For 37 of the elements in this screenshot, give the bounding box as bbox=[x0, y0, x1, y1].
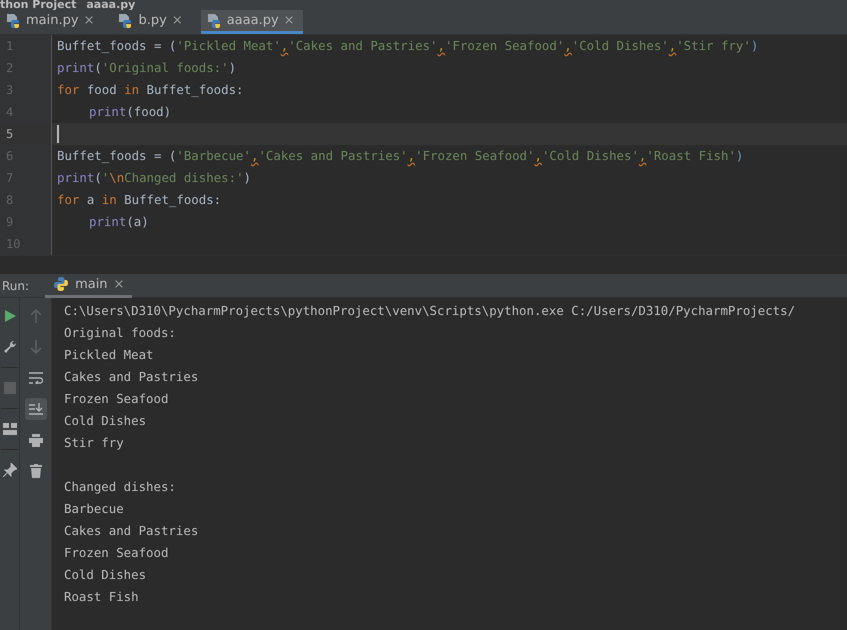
close-icon[interactable]: × bbox=[114, 276, 124, 292]
code-line: print('Original foods:') bbox=[56, 58, 238, 77]
code-line: for a in Buffet_foods: bbox=[56, 190, 222, 209]
python-file-icon bbox=[117, 12, 134, 29]
breadcrumb-item[interactable]: thon Project bbox=[0, 0, 76, 10]
close-icon[interactable]: × bbox=[172, 13, 183, 28]
code-line: Buffet_foods = ('Pickled Meat','Cakes and Pastries','Frozen Seafood','Cold Dishes','Stir fry') bbox=[56, 36, 760, 55]
python-icon bbox=[53, 276, 70, 292]
console-output-line: Roast Fish bbox=[64, 588, 140, 606]
code-line: print(food) bbox=[88, 102, 172, 121]
console-output-line: Changed dishes: bbox=[64, 478, 177, 496]
console-output-line: Original foods: bbox=[64, 324, 177, 342]
console-output-line: Cold Dishes bbox=[64, 412, 148, 430]
python-file-icon bbox=[206, 12, 222, 29]
console-output-line: Frozen Seafood bbox=[64, 390, 170, 408]
code-line: print('\nChanged dishes:') bbox=[56, 168, 252, 187]
code-line: for food in Buffet_foods: bbox=[56, 80, 245, 99]
console-output-line: Cakes and Pastries bbox=[64, 368, 200, 386]
text-cursor bbox=[57, 124, 59, 143]
scroll-to-end-icon[interactable] bbox=[24, 398, 46, 420]
console-output-line: Stir fry bbox=[64, 434, 125, 452]
console-output-line: Frozen Seafood bbox=[64, 544, 170, 562]
editor-tab[interactable]: main.py × bbox=[0, 10, 102, 34]
console-output-line: C:\Users\D310\PycharmProjects\pythonProject\venv\Scripts\python.exe C:/Users/D310/PycharmProjects/ bbox=[64, 302, 796, 320]
code-line: Buffet_foods = ('Barbecue','Cakes and Pastries','Frozen Seafood','Cold Dishes','Roast Fish') bbox=[56, 146, 744, 165]
console-output-line: Barbecue bbox=[64, 500, 125, 518]
console-output-line: Cakes and Pastries bbox=[64, 522, 200, 540]
close-icon[interactable]: × bbox=[84, 13, 94, 28]
python-file-icon bbox=[5, 12, 21, 29]
close-icon[interactable]: × bbox=[284, 13, 295, 28]
console-output-line: Pickled Meat bbox=[64, 346, 155, 364]
run-label: Run: bbox=[2, 278, 30, 293]
editor-tab[interactable]: b.py × bbox=[112, 10, 191, 34]
console-output-line: Cold Dishes bbox=[64, 566, 148, 584]
editor-tab[interactable]: aaaa.py × bbox=[200, 10, 303, 34]
breadcrumb-item[interactable]: aaaa.py bbox=[86, 0, 136, 10]
code-line: print(a) bbox=[88, 212, 150, 231]
